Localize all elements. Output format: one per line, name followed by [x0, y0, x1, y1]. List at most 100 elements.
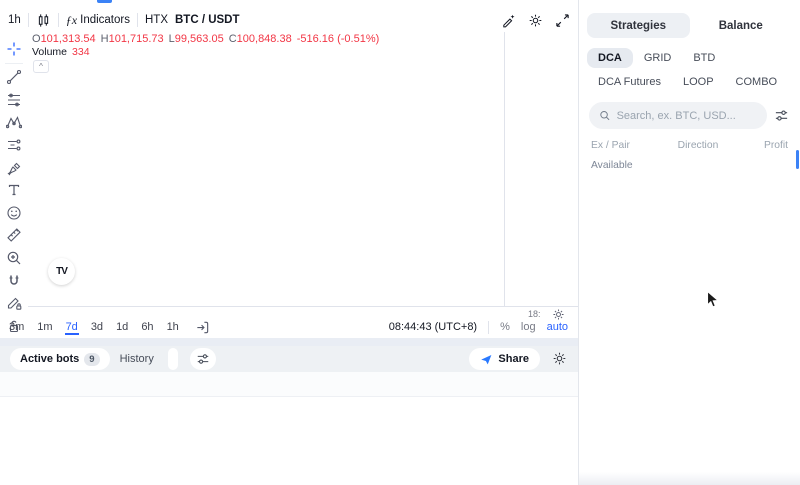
- tool-draw-lock[interactable]: [2, 293, 26, 314]
- tab-history[interactable]: History: [120, 353, 154, 365]
- tool-crosshair[interactable]: [2, 38, 26, 59]
- tool-brush[interactable]: [2, 157, 26, 178]
- tab-active-bots[interactable]: Active bots 9: [10, 348, 110, 370]
- strategies-sidebar: Strategies Balance DCAGRIDBTD DCA Futures…: [578, 0, 800, 485]
- drawing-toolbar: [0, 32, 28, 338]
- auto-scale-button[interactable]: auto: [547, 321, 568, 333]
- tab-balance[interactable]: Balance: [690, 13, 793, 38]
- tool-zoom-in[interactable]: [2, 248, 26, 269]
- share-icon: [480, 353, 493, 366]
- toolbar-separator: [137, 13, 138, 27]
- range-1h[interactable]: 1h: [166, 320, 180, 335]
- tool-trendline[interactable]: [2, 67, 26, 88]
- fullscreen-button[interactable]: [555, 13, 570, 28]
- log-scale-button[interactable]: log: [521, 321, 536, 333]
- change-value: -516.16 (-0.51%): [297, 33, 380, 45]
- tool-emoji[interactable]: [2, 202, 26, 223]
- high-label: H: [101, 33, 109, 45]
- interval-button[interactable]: 1h: [8, 14, 21, 26]
- filter-button[interactable]: [774, 108, 790, 124]
- chart-plot-area: O101,313.54H101,715.73L99,563.05C100,848…: [28, 32, 578, 316]
- emoji-icon: [6, 205, 22, 221]
- bots-tab-strip: Active bots 9 History Share: [0, 346, 578, 372]
- range-6h[interactable]: 6h: [140, 320, 154, 335]
- tool-xabcd-pattern[interactable]: [2, 112, 26, 133]
- bots-panel: Active bots 9 History Share: [0, 346, 578, 485]
- clock[interactable]: 08:44:43 (UTC+8): [389, 321, 477, 333]
- top-clipped-tab-indicator: [97, 0, 112, 3]
- pair-list: [579, 161, 800, 473]
- xabcd-pattern-icon: [6, 114, 22, 130]
- collapse-indicator-button[interactable]: ^: [33, 60, 49, 73]
- range-buttons: 3m 1m 7d 3d 1d 6h 1h: [8, 320, 180, 335]
- section-divider: [0, 338, 578, 346]
- go-to-date-button[interactable]: [195, 320, 210, 335]
- brush-icon: [6, 160, 22, 176]
- range-1m[interactable]: 1m: [36, 320, 53, 335]
- candles-icon: [36, 13, 51, 28]
- search-input[interactable]: [617, 110, 757, 122]
- toolbar-separator: [58, 13, 59, 27]
- symbol-button[interactable]: BTC / USDT: [175, 14, 240, 26]
- indicators-button[interactable]: ƒxIndicators: [66, 13, 130, 28]
- type-tab-grid[interactable]: GRID: [633, 48, 683, 68]
- type-tab-btd[interactable]: BTD: [682, 48, 726, 68]
- fx-icon: ƒx: [66, 13, 77, 28]
- ohlc-row: O101,313.54H101,715.73L99,563.05C100,848…: [32, 33, 379, 45]
- go-to-date-icon: [195, 320, 210, 335]
- range-1d[interactable]: 1d: [115, 320, 129, 335]
- price-axis[interactable]: [504, 32, 578, 306]
- crosshair-icon: [6, 41, 22, 57]
- quick-draw-icon: [501, 13, 516, 28]
- tab-strategies[interactable]: Strategies: [587, 13, 690, 38]
- exchange-button[interactable]: HTX: [145, 14, 168, 26]
- fib-retracement-icon: [6, 92, 22, 108]
- chart-settings-button[interactable]: [528, 13, 543, 28]
- type-tab-dca-futures[interactable]: DCA Futures: [587, 72, 672, 92]
- tool-ruler[interactable]: [2, 225, 26, 246]
- open-value: 101,313.54: [41, 33, 96, 45]
- bots-filter-button[interactable]: [190, 348, 216, 370]
- quick-draw-button[interactable]: [501, 13, 516, 28]
- tool-fib-retracement[interactable]: [2, 89, 26, 110]
- search-box[interactable]: [589, 102, 767, 129]
- type-tab-loop[interactable]: LOOP: [672, 72, 725, 92]
- header-ex-pair: Ex / Pair: [591, 140, 670, 151]
- range-3d[interactable]: 3d: [90, 320, 104, 335]
- share-button[interactable]: Share: [469, 348, 540, 370]
- search-icon: [599, 109, 611, 122]
- bot-filters: [168, 348, 178, 370]
- magnet-icon: [6, 273, 22, 289]
- tune-icon: [196, 352, 210, 366]
- trading-app: 1h ƒxIndicators HTX BTC / USDT O101,313.…: [0, 0, 800, 485]
- draw-lock-icon: [6, 295, 22, 311]
- volume-value: 334: [72, 46, 90, 58]
- trendline-icon: [6, 69, 22, 85]
- header-direction: Direction: [670, 140, 726, 151]
- tune-icon: [774, 108, 789, 123]
- fullscreen-icon: [555, 13, 570, 28]
- chart-panel: 1h ƒxIndicators HTX BTC / USDT O101,313.…: [0, 8, 578, 338]
- search-row: [589, 102, 790, 129]
- tool-text[interactable]: [2, 180, 26, 201]
- header-profit: Profit: [726, 140, 788, 151]
- range-3m[interactable]: 3m: [8, 320, 25, 335]
- toolbar-separator: [488, 321, 489, 334]
- type-tab-combo[interactable]: COMBO: [725, 72, 789, 92]
- list-fade: [579, 472, 800, 485]
- scrollbar-thumb[interactable]: [796, 150, 799, 169]
- candlestick-chart[interactable]: [30, 42, 502, 300]
- chart-style-button[interactable]: [36, 13, 51, 28]
- tool-magnet[interactable]: [2, 270, 26, 291]
- low-value: 99,563.05: [175, 33, 224, 45]
- toolbar-separator: [5, 63, 23, 64]
- gear-icon: [528, 13, 543, 28]
- ruler-icon: [6, 227, 22, 243]
- range-7d[interactable]: 7d: [65, 320, 79, 335]
- volume-row: Volume334: [32, 46, 90, 58]
- tradingview-logo[interactable]: TV: [48, 258, 75, 285]
- percent-scale-button[interactable]: %: [500, 321, 510, 333]
- tool-forecast[interactable]: [2, 134, 26, 155]
- bots-settings-button[interactable]: [552, 351, 568, 367]
- type-tab-dca[interactable]: DCA: [587, 48, 633, 68]
